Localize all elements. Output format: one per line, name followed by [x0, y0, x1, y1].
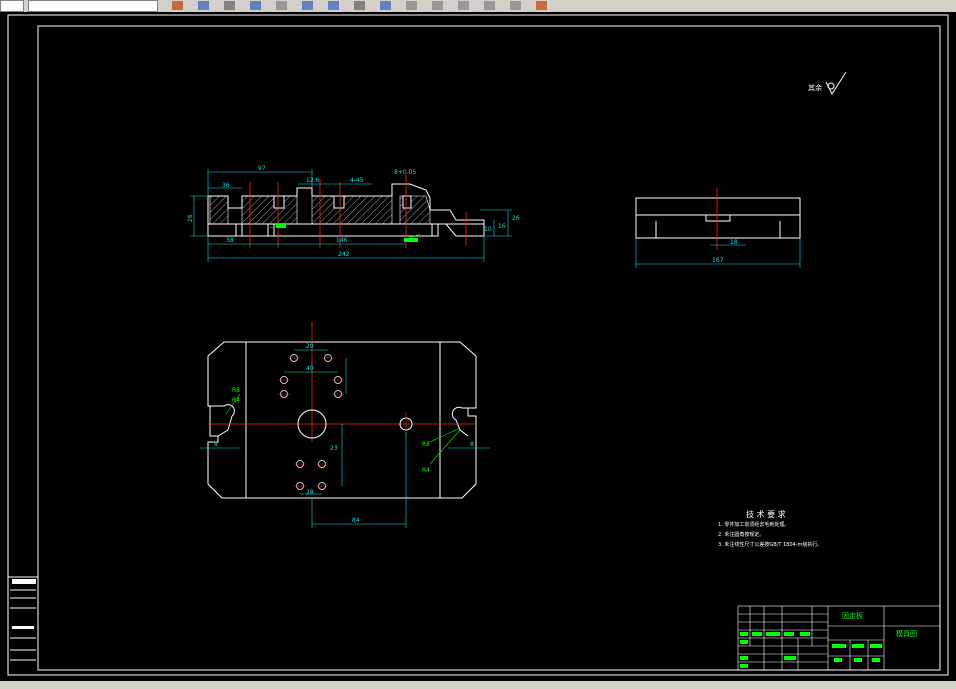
svg-text:40: 40 [306, 365, 314, 372]
svg-text:R8: R8 [232, 387, 240, 394]
rect-icon[interactable] [432, 1, 443, 10]
svg-text:4-45: 4-45 [350, 177, 364, 184]
svg-text:28: 28 [306, 489, 314, 496]
drawing-canvas[interactable]: 其余 97 36 12.6 4-45 8+0.05 26 38 146 242 … [0, 12, 956, 681]
svg-text:97: 97 [258, 165, 266, 172]
title-block-fills [740, 632, 882, 668]
svg-text:8+0.05: 8+0.05 [394, 169, 416, 176]
plan-view-holes [280, 354, 342, 490]
undo-icon[interactable] [198, 1, 209, 10]
svg-text:8: 8 [470, 441, 474, 448]
svg-text:26: 26 [187, 214, 194, 222]
plan-view-dimensions [200, 349, 490, 528]
svg-text:其余: 其余 [808, 83, 822, 92]
arrow-icon[interactable] [302, 1, 313, 10]
svg-text:3. 未注线性尺寸公差按GB/T 1804-m级执行。: 3. 未注线性尺寸公差按GB/T 1804-m级执行。 [718, 541, 822, 548]
svg-text:36: 36 [222, 182, 230, 189]
svg-text:146: 146 [336, 237, 348, 244]
svg-text:R4: R4 [422, 467, 430, 474]
svg-text:26: 26 [512, 215, 520, 222]
technical-requirements: 技 术 要 求 1. 零件加工前须经去毛刺处理。 2. 未注圆角按规定。 3. … [718, 509, 822, 548]
svg-text:2. 未注圆角按规定。: 2. 未注圆角按规定。 [718, 531, 764, 538]
move-icon[interactable] [510, 1, 521, 10]
svg-text:R4: R4 [232, 397, 240, 404]
plan-view-dimension-text: 20 40 28 23 84 8 8 [214, 343, 474, 524]
binding-strip [8, 576, 38, 661]
plan-view-radius-notes: R8 R4 R8 R4 [225, 387, 461, 474]
insert-icon[interactable] [458, 1, 469, 10]
pan-icon[interactable] [224, 1, 235, 10]
svg-text:模具图: 模具图 [896, 629, 917, 638]
svg-text:16: 16 [498, 223, 506, 230]
svg-text:8: 8 [214, 441, 218, 448]
svg-text:23: 23 [330, 445, 338, 452]
svg-text:167: 167 [712, 257, 724, 264]
zoom-icon[interactable] [250, 1, 261, 10]
svg-text:18: 18 [730, 239, 738, 246]
svg-text:技 术 要 求: 技 术 要 求 [746, 509, 786, 519]
sheet-inner-border [37, 25, 941, 671]
svg-text:20: 20 [306, 343, 314, 350]
svg-text:固定板: 固定板 [842, 611, 863, 620]
text-icon[interactable] [380, 1, 391, 10]
status-bar [0, 681, 956, 689]
svg-text:10: 10 [484, 226, 492, 233]
title-block-text: 固定板 模具图 [842, 611, 917, 638]
svg-text:84: 84 [352, 517, 360, 524]
layer-icon[interactable] [172, 1, 183, 10]
line-icon[interactable] [406, 1, 417, 10]
brush-icon[interactable] [536, 1, 547, 10]
svg-text:12.6: 12.6 [306, 177, 320, 184]
roughness-symbol: 其余 [808, 71, 847, 96]
side-view [635, 188, 801, 268]
side-view-dimension-text: 167 18 [712, 239, 738, 264]
svg-text:38: 38 [226, 237, 234, 244]
svg-text:242: 242 [338, 251, 350, 258]
layer-dropdown[interactable] [28, 0, 158, 12]
svg-text:1. 零件加工前须经去毛刺处理。: 1. 零件加工前须经去毛刺处理。 [718, 521, 789, 528]
command-field[interactable] [0, 0, 24, 12]
pin-icon[interactable] [484, 1, 495, 10]
svg-text:R8: R8 [422, 441, 430, 448]
properties-icon[interactable] [276, 1, 287, 10]
refresh-icon[interactable] [328, 1, 339, 10]
plan-view-hole-centers [278, 357, 344, 487]
sheet-outer-border [7, 14, 949, 676]
grid-icon[interactable] [354, 1, 365, 10]
